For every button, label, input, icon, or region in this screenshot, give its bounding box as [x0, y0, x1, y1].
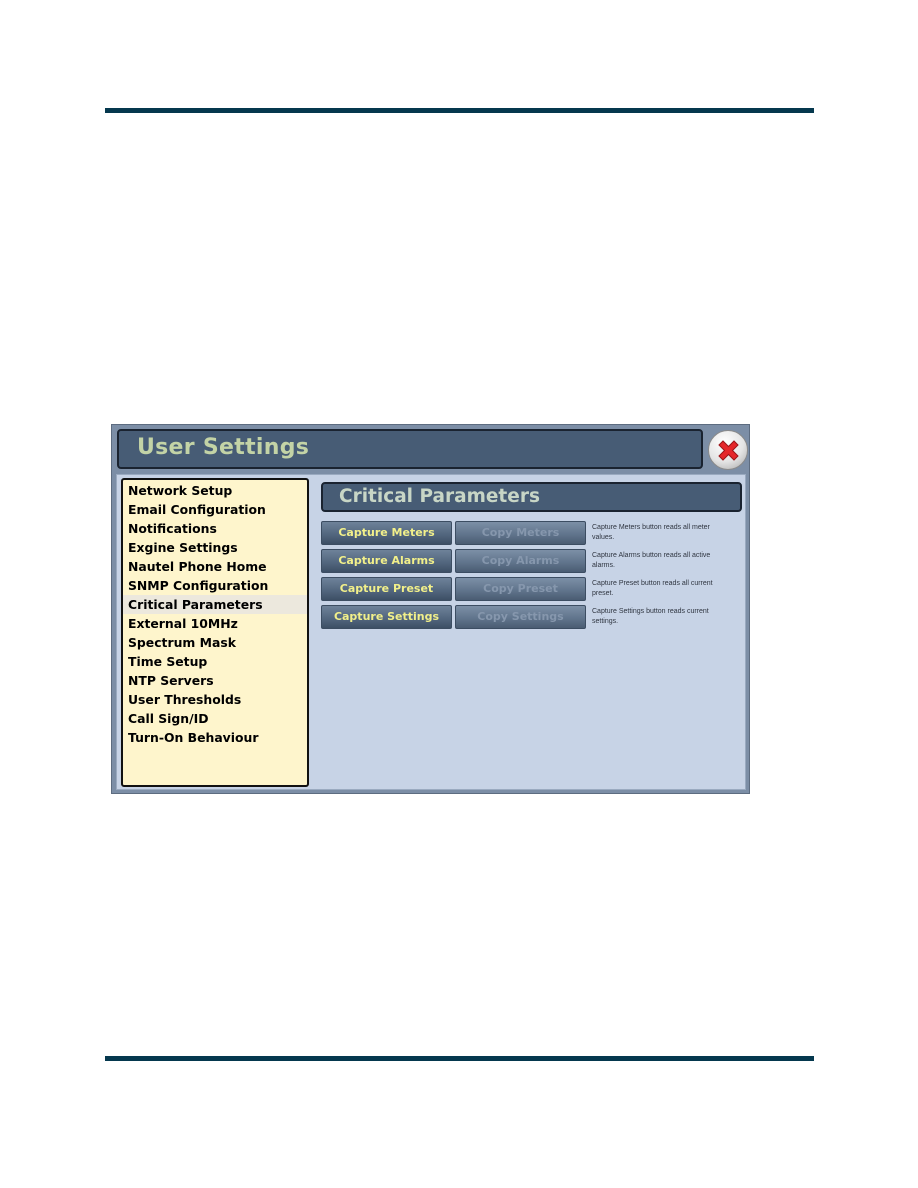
sidebar-item-spectrum-mask[interactable]: Spectrum Mask [123, 633, 307, 652]
copy-preset-button[interactable]: Copy Preset [455, 577, 586, 601]
panel-header: Critical Parameters [321, 482, 742, 512]
sidebar-item-user-thresholds[interactable]: User Thresholds [123, 690, 307, 709]
sidebar-item-email-configuration[interactable]: Email Configuration [123, 500, 307, 519]
meters-row: Capture Meters Copy Meters Capture Meter… [321, 521, 741, 546]
sidebar-item-turn-on-behaviour[interactable]: Turn-On Behaviour [123, 728, 307, 747]
close-button[interactable] [708, 430, 748, 470]
settings-content: Network Setup Email Configuration Notifi… [116, 474, 746, 790]
panel-title: Critical Parameters [339, 486, 540, 507]
user-settings-window: User Settings Network Setup Email Config… [111, 424, 750, 794]
sidebar-item-network-setup[interactable]: Network Setup [123, 481, 307, 500]
sidebar-item-exgine-settings[interactable]: Exgine Settings [123, 538, 307, 557]
copy-settings-button[interactable]: Copy Settings [455, 605, 586, 629]
sidebar-item-time-setup[interactable]: Time Setup [123, 652, 307, 671]
sidebar-item-ntp-servers[interactable]: NTP Servers [123, 671, 307, 690]
capture-alarms-description: Capture Alarms button reads all active a… [592, 552, 711, 569]
window-title: User Settings [137, 435, 310, 460]
capture-settings-description: Capture Settings button reads current se… [592, 608, 709, 625]
capture-alarms-button[interactable]: Capture Alarms [321, 549, 452, 573]
capture-meters-button[interactable]: Capture Meters [321, 521, 452, 545]
copy-meters-button[interactable]: Copy Meters [455, 521, 586, 545]
sidebar-item-nautel-phone-home[interactable]: Nautel Phone Home [123, 557, 307, 576]
preset-row: Capture Preset Copy Preset Capture Prese… [321, 577, 741, 602]
sidebar-item-notifications[interactable]: Notifications [123, 519, 307, 538]
capture-preset-description: Capture Preset button reads all current … [592, 580, 713, 597]
settings-sidebar: Network Setup Email Configuration Notifi… [121, 478, 309, 787]
capture-settings-button[interactable]: Capture Settings [321, 605, 452, 629]
title-bar: User Settings [117, 429, 703, 469]
sidebar-item-critical-parameters[interactable]: Critical Parameters [123, 595, 307, 614]
sidebar-item-snmp-configuration[interactable]: SNMP Configuration [123, 576, 307, 595]
copy-alarms-button[interactable]: Copy Alarms [455, 549, 586, 573]
close-x-icon [718, 440, 739, 461]
sidebar-item-external-10mhz[interactable]: External 10MHz [123, 614, 307, 633]
page-footer-rule [105, 1056, 814, 1061]
alarms-row: Capture Alarms Copy Alarms Capture Alarm… [321, 549, 741, 574]
sidebar-item-call-sign-id[interactable]: Call Sign/ID [123, 709, 307, 728]
capture-meters-description: Capture Meters button reads all meter va… [592, 524, 710, 541]
page-header-rule [105, 108, 814, 113]
settings-row: Capture Settings Copy Settings Capture S… [321, 605, 741, 630]
capture-preset-button[interactable]: Capture Preset [321, 577, 452, 601]
